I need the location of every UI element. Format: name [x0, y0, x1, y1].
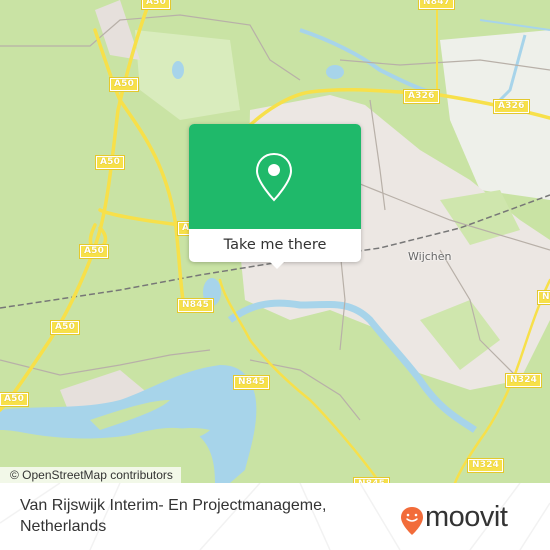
road-label: A50: [0, 392, 30, 407]
road-label: A50: [94, 155, 126, 170]
map-view[interactable]: A50 A50 A50 A50 A50 A50 A N847 A326 A326…: [0, 0, 550, 483]
road-label: A50: [49, 320, 81, 335]
road-label: A326: [493, 99, 530, 114]
take-me-there-button[interactable]: Take me there: [189, 229, 361, 262]
road-label: N3: [536, 290, 550, 305]
forest-area: [135, 30, 240, 120]
road-label: A50: [140, 0, 172, 10]
location-popup: Take me there: [189, 124, 361, 269]
road-label: N324: [504, 373, 543, 388]
road-label: A50: [78, 244, 110, 259]
road-label: N324: [466, 458, 505, 473]
road-label: N847: [417, 0, 456, 10]
road-label: A326: [403, 89, 440, 104]
place-label-wijchen: Wijchen: [408, 250, 452, 263]
moovit-wordmark: moovit: [425, 501, 508, 533]
waterway: [479, 19, 550, 31]
road-label: A50: [108, 77, 140, 92]
moovit-smiley-pin-icon: [401, 507, 423, 535]
popup-header: [189, 124, 361, 229]
popup-tail: [269, 261, 285, 269]
road-label: N845: [176, 298, 215, 313]
pond: [326, 65, 344, 79]
location-pin-icon: [255, 152, 293, 202]
map-attribution[interactable]: © OpenStreetMap contributors: [0, 467, 181, 483]
road-label: N845: [232, 375, 271, 390]
place-title: Van Rijswijk Interim- En Projectmanageme…: [20, 497, 327, 535]
pond: [172, 61, 184, 79]
